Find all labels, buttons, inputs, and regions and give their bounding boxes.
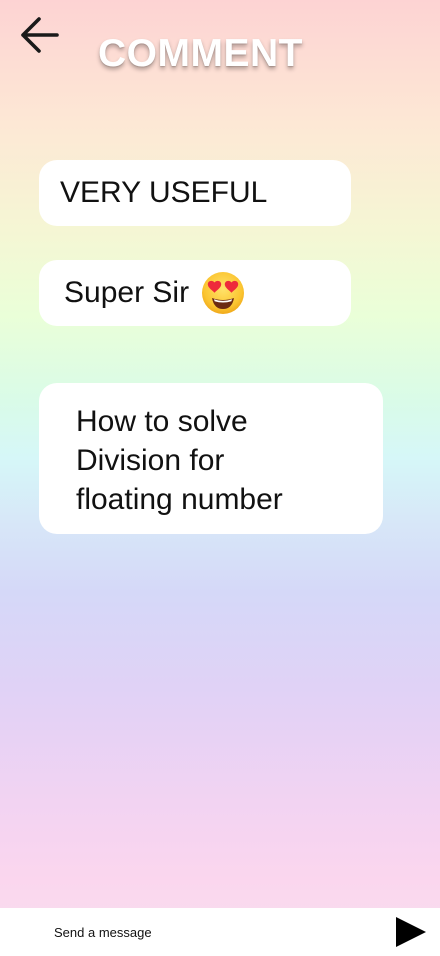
comment-bubble: Super Sir bbox=[39, 260, 351, 326]
message-input[interactable] bbox=[54, 922, 354, 942]
arrow-left-icon bbox=[21, 17, 59, 53]
heart-eyes-emoji-icon bbox=[202, 272, 245, 314]
send-play-icon[interactable] bbox=[394, 915, 428, 949]
page-title: COMMENT bbox=[98, 32, 303, 75]
comment-text: Super Sir bbox=[64, 276, 190, 309]
message-composer bbox=[0, 908, 440, 956]
comment-text: How to solve Division for floating numbe… bbox=[76, 405, 283, 516]
comment-bubble: How to solve Division for floating numbe… bbox=[39, 383, 383, 534]
back-button[interactable] bbox=[14, 12, 64, 58]
comment-text: VERY USEFUL bbox=[60, 176, 268, 209]
comment-bubble: VERY USEFUL bbox=[39, 160, 351, 226]
